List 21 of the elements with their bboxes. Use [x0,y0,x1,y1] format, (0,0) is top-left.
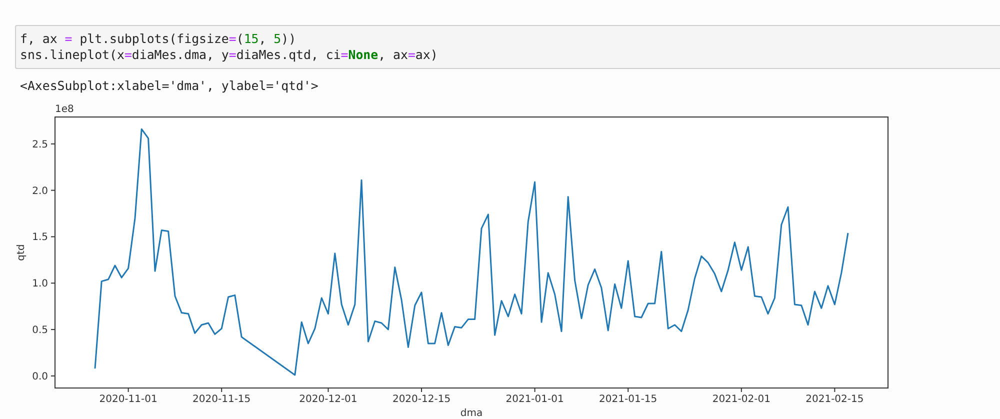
x-tick-label: 2020-11-15 [192,394,251,405]
y-tick-label: 2.5 [32,139,48,150]
x-tick-label: 2020-11-01 [99,394,158,405]
y-tick-label: 2.0 [32,186,48,197]
y-tick-label: 0.0 [32,371,48,382]
x-tick-label: 2021-01-15 [599,394,658,405]
x-tick-label: 2021-01-01 [506,394,564,405]
y-tick-label: 1.0 [32,278,48,290]
x-axis-label: dma [460,408,483,419]
code-line: sns.lineplot(x=diaMes.dma, y=diaMes.qtd, ci=None, ax=ax) [20,47,438,63]
axis-offset-label: 1e8 [55,104,74,115]
y-tick-label: 0.5 [32,325,48,336]
x-tick-label: 2020-12-15 [392,394,451,405]
x-tick-label: 2021-02-01 [712,394,770,405]
x-tick-label: 2021-02-15 [806,394,864,405]
code-cell[interactable]: f, ax = plt.subplots(figsize=(15, 5)) sns.lineplot(x=diaMes.dma, y=diaMes.qtd, ci=None, ax=ax) [15,25,1000,69]
y-tick-label: 1.5 [32,232,48,244]
code-line: f, ax = plt.subplots(figsize=(15, 5)) [20,31,296,47]
y-axis-label: qtd [16,244,27,261]
x-tick-label: 2020-12-01 [299,394,358,405]
output-text: <AxesSubplot:xlabel='dma', ylabel='qtd'> [20,78,318,93]
